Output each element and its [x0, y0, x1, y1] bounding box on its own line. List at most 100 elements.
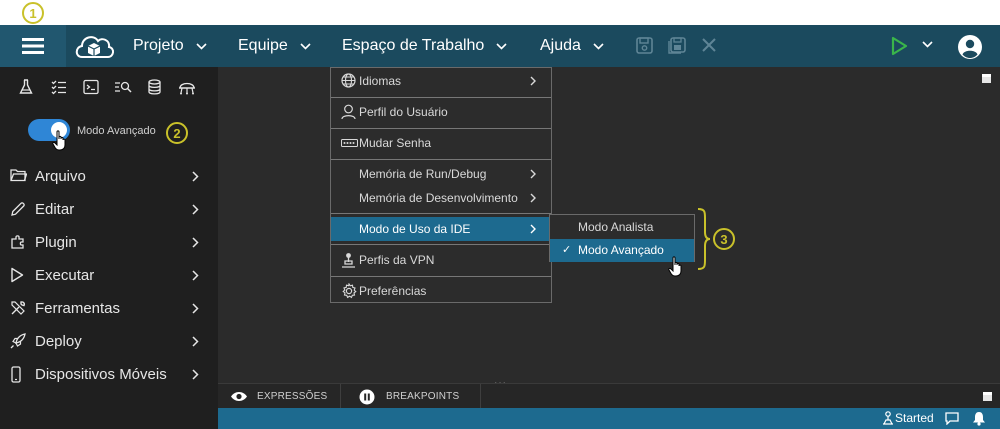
menu-projeto[interactable]: Projeto [133, 25, 207, 67]
hamburger-button[interactable] [0, 25, 66, 67]
save-all-icon[interactable] [668, 37, 686, 54]
submenu-item-modo-analista[interactable]: Modo Analista [550, 216, 694, 239]
menu-item-label: Memória de Run/Debug [359, 167, 487, 181]
user-account-icon[interactable] [957, 34, 983, 60]
chevron-right-icon [192, 369, 199, 380]
chevron-right-icon [192, 171, 199, 182]
menu-separator [331, 159, 551, 160]
checkmark-icon: ✓ [562, 244, 572, 256]
menu-item-label: Preferências [359, 284, 427, 298]
maximize-editor-icon[interactable] [982, 74, 991, 83]
sidebar-item-plugin[interactable]: Plugin [0, 226, 218, 259]
chevron-right-icon [530, 224, 536, 234]
folder-icon [10, 169, 27, 182]
bottom-panel-tabs: EXPRESSÕES BREAKPOINTS [218, 383, 1000, 409]
menu-separator [331, 213, 551, 214]
sidebar-item-deploy[interactable]: Deploy [0, 325, 218, 358]
maximize-panel-icon[interactable] [983, 392, 992, 401]
rocket-icon [10, 333, 26, 349]
menu-separator [331, 97, 551, 98]
sidebar-item-label: Arquivo [35, 168, 86, 185]
chevron-down-icon [196, 42, 207, 50]
sidebar-item-dispositivos-moveis[interactable]: Dispositivos Móveis [0, 358, 218, 391]
chevron-right-icon [192, 336, 199, 347]
deploy-status-icon [883, 411, 893, 425]
submenu-item-label: Modo Analista [578, 220, 654, 234]
bell-icon[interactable] [972, 411, 986, 426]
ide-mode-submenu: Modo Analista ✓ Modo Avançado [549, 214, 695, 262]
tab-expressoes[interactable]: EXPRESSÕES [230, 384, 327, 409]
sidebar-item-editar[interactable]: Editar [0, 193, 218, 226]
hamburger-icon [22, 38, 44, 54]
sidebar-item-label: Editar [35, 201, 75, 218]
sidebar-toolbar [0, 77, 218, 101]
globe-icon [341, 73, 356, 88]
tab-separator [480, 384, 481, 409]
chevron-right-icon [192, 237, 199, 248]
sidebar-item-executar[interactable]: Executar [0, 259, 218, 292]
hand-cursor-icon [52, 130, 66, 151]
menu-ajuda[interactable]: Ajuda [540, 25, 604, 67]
sidebar-item-label: Dispositivos Móveis [35, 366, 167, 383]
tab-expressoes-label: EXPRESSÕES [257, 391, 328, 402]
chevron-right-icon [530, 193, 536, 203]
password-icon [341, 139, 358, 147]
menu-projeto-label: Projeto [133, 37, 184, 54]
play-icon [11, 267, 24, 283]
user-settings-menu: Idiomas Perfil do Usuário Mudar Senha Me… [330, 67, 552, 303]
gear-icon [342, 283, 357, 299]
menu-item-idiomas[interactable]: Idiomas [331, 69, 551, 93]
menu-item-memoria-desenvolvimento[interactable]: Memória de Desenvolvimento [331, 186, 551, 210]
menu-separator [331, 244, 551, 245]
pencil-icon [11, 202, 25, 216]
advanced-mode-label: Modo Avançado [77, 125, 156, 137]
menu-item-preferencias[interactable]: Preferências [331, 279, 551, 303]
cloud-logo-icon [75, 36, 114, 58]
menu-espaco-de-trabalho[interactable]: Espaço de Trabalho [342, 25, 507, 67]
run-options-chevron-icon[interactable] [922, 41, 933, 48]
menu-item-mudar-senha[interactable]: Mudar Senha [331, 131, 551, 155]
status-text: Started [895, 411, 934, 425]
menu-separator [331, 128, 551, 129]
menu-item-perfis-da-vpn[interactable]: Perfis da VPN [331, 248, 551, 272]
close-icon[interactable] [701, 37, 717, 53]
menu-item-label: Perfil do Usuário [359, 105, 448, 119]
menu-item-label: Idiomas [359, 74, 402, 88]
submenu-item-label: Modo Avançado [578, 243, 664, 257]
sidebar-item-label: Deploy [35, 333, 82, 350]
flask-icon[interactable] [19, 79, 33, 95]
save-icon[interactable] [636, 37, 653, 54]
sidebar-item-label: Executar [35, 267, 95, 284]
database-icon[interactable] [148, 79, 161, 95]
callout-1: 1 [22, 2, 44, 24]
tab-separator [340, 384, 341, 409]
callout-1-label: 1 [29, 5, 37, 21]
callout-2: 2 [166, 122, 188, 144]
callout-3: 3 [713, 228, 735, 250]
chevron-down-icon [593, 42, 604, 50]
run-icon[interactable] [890, 36, 908, 56]
checklist-icon[interactable] [51, 79, 67, 95]
terminal-icon[interactable] [83, 79, 99, 95]
chevron-right-icon [530, 169, 536, 179]
sidebar-item-label: Ferramentas [35, 300, 121, 317]
search-list-icon[interactable] [114, 79, 132, 95]
left-sidebar: Modo Avançado 2 Arquivo Editar Plugin Ex… [0, 67, 218, 429]
menu-equipe[interactable]: Equipe [238, 25, 311, 67]
sidebar-item-arquivo[interactable]: Arquivo [0, 160, 218, 193]
menu-item-perfil-do-usuario[interactable]: Perfil do Usuário [331, 100, 551, 124]
menu-separator [331, 276, 551, 277]
robot-icon[interactable] [178, 79, 196, 95]
menu-espaco-label: Espaço de Trabalho [342, 37, 485, 54]
menu-item-label: Modo de Uso da IDE [359, 222, 471, 236]
callout-3-label: 3 [720, 231, 728, 247]
menu-item-modo-de-uso-da-ide[interactable]: Modo de Uso da IDE [331, 217, 551, 241]
menu-item-memoria-run-debug[interactable]: Memória de Run/Debug [331, 162, 551, 186]
chevron-right-icon [192, 204, 199, 215]
eye-icon [231, 392, 247, 401]
tab-breakpoints[interactable]: BREAKPOINTS [359, 384, 459, 409]
chat-icon[interactable] [945, 412, 959, 425]
app-logo [72, 29, 116, 63]
tab-breakpoints-label: BREAKPOINTS [386, 391, 460, 402]
sidebar-item-ferramentas[interactable]: Ferramentas [0, 292, 218, 325]
